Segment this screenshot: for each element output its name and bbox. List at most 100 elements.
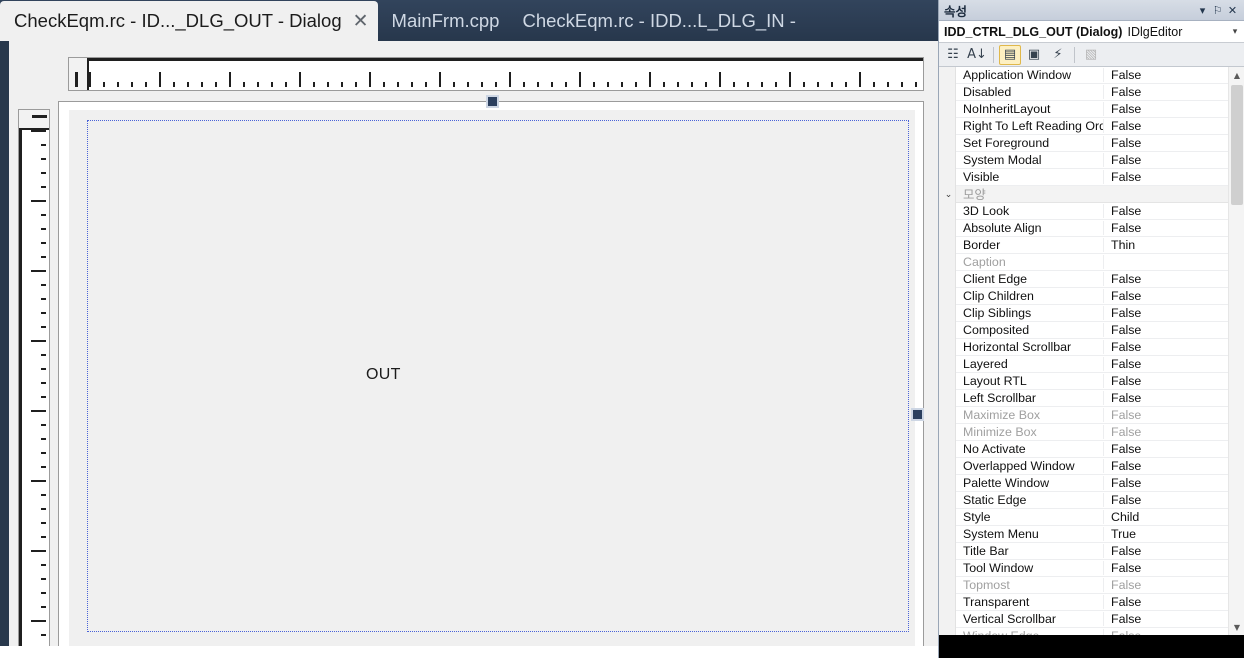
alphabetical-sort-button[interactable]: A↓ (966, 45, 988, 65)
resize-handle-right-middle[interactable] (911, 408, 924, 421)
property-value[interactable]: False (1104, 374, 1228, 388)
property-value[interactable]: False (1104, 442, 1228, 456)
property-value[interactable]: False (1104, 102, 1228, 116)
chevron-down-icon[interactable]: ▾ (1195, 4, 1210, 17)
property-value[interactable]: False (1104, 612, 1228, 626)
tab-close-icon[interactable]: ✕ (353, 11, 369, 31)
property-value[interactable]: False (1104, 153, 1228, 167)
property-row[interactable]: Tool Window False (956, 560, 1228, 577)
dialog-template[interactable]: OUT 확인 취소 (69, 110, 915, 652)
ruler-tick (243, 82, 245, 87)
properties-grid[interactable]: Application Window False Disabled False NoIn… (939, 67, 1244, 635)
property-row[interactable]: Layout RTL False (956, 373, 1228, 390)
property-value[interactable]: Child (1104, 510, 1228, 524)
object-selector-chevron-down-icon[interactable]: ▾ (1228, 27, 1242, 37)
editor-tab-1[interactable]: MainFrm.cpp (378, 1, 509, 41)
property-value[interactable]: False (1104, 221, 1228, 235)
property-value[interactable]: False (1104, 629, 1228, 635)
property-value[interactable]: False (1104, 119, 1228, 133)
property-row[interactable]: Clip Siblings False (956, 305, 1228, 322)
property-value[interactable]: False (1104, 459, 1228, 473)
category-chevron-down-icon[interactable]: ⌄ (942, 186, 955, 203)
property-row[interactable]: Window EdgeFalse (956, 628, 1228, 635)
property-row[interactable]: Disabled False (956, 84, 1228, 101)
property-value[interactable]: False (1104, 561, 1228, 575)
resize-handle-top-center[interactable] (486, 95, 499, 108)
property-row[interactable]: Topmost False (956, 577, 1228, 594)
property-row[interactable]: Style Child (956, 509, 1228, 526)
property-value[interactable]: False (1104, 544, 1228, 558)
property-pages-button[interactable]: ▣ (1023, 45, 1045, 65)
property-value[interactable]: False (1104, 85, 1228, 99)
property-row[interactable]: Border Thin (956, 237, 1228, 254)
property-value[interactable]: False (1104, 68, 1228, 82)
dialog-canvas[interactable]: OUT 확인 취소 (58, 95, 924, 658)
categorized-button[interactable]: ☷ (942, 45, 964, 65)
property-row[interactable]: Left Scrollbar False (956, 390, 1228, 407)
properties-scrollbar[interactable]: ▲ ▼ (1228, 67, 1244, 635)
property-row[interactable]: Client Edge False (956, 271, 1228, 288)
events-button[interactable]: ⚡ (1047, 45, 1069, 65)
property-name: Caption (956, 255, 1104, 269)
property-row[interactable]: Application Window False (956, 67, 1228, 84)
property-value[interactable]: True (1104, 527, 1228, 541)
property-value[interactable]: False (1104, 408, 1228, 422)
property-value[interactable]: False (1104, 391, 1228, 405)
property-row[interactable]: Minimize Box False (956, 424, 1228, 441)
property-row[interactable]: Right To Left Reading Order False (956, 118, 1228, 135)
property-value[interactable]: False (1104, 323, 1228, 337)
property-value[interactable]: False (1104, 476, 1228, 490)
property-value[interactable]: False (1104, 289, 1228, 303)
property-row[interactable]: Caption (956, 254, 1228, 271)
editor-tab-0[interactable]: CheckEqm.rc - ID..._DLG_OUT - Dialog ✕ (0, 1, 378, 41)
editor-tab-2[interactable]: CheckEqm.rc - IDD...L_DLG_IN - (508, 1, 804, 41)
property-row[interactable]: Horizontal Scrollbar False (956, 339, 1228, 356)
property-value[interactable]: False (1104, 204, 1228, 218)
property-row[interactable]: Title Bar False (956, 543, 1228, 560)
property-row[interactable]: System Menu True (956, 526, 1228, 543)
property-row[interactable]: Maximize Box False (956, 407, 1228, 424)
property-value[interactable]: False (1104, 493, 1228, 507)
property-value[interactable]: False (1104, 595, 1228, 609)
property-row[interactable]: Overlapped Window False (956, 458, 1228, 475)
scrollbar-thumb[interactable] (1231, 85, 1243, 205)
ruler-tick (41, 256, 46, 258)
scroll-up-arrow-icon[interactable]: ▲ (1229, 67, 1244, 83)
property-row[interactable]: Set Foreground False (956, 135, 1228, 152)
property-category-row[interactable]: ⌄ 모양 (945, 186, 1228, 203)
property-value[interactable]: False (1104, 170, 1228, 184)
close-icon[interactable]: ✕ (1225, 4, 1240, 17)
property-value[interactable]: Thin (1104, 238, 1228, 252)
ruler-tick (635, 82, 637, 87)
property-row[interactable]: Clip Children False (956, 288, 1228, 305)
property-value[interactable]: False (1104, 306, 1228, 320)
property-row[interactable]: Absolute Align False (956, 220, 1228, 237)
property-value[interactable]: False (1104, 340, 1228, 354)
properties-button[interactable]: ▤ (999, 44, 1021, 65)
property-row[interactable]: NoInheritLayout False (956, 101, 1228, 118)
properties-object-selector[interactable]: IDD_CTRL_DLG_OUT (Dialog) IDlgEditor ▾ (939, 21, 1244, 43)
property-value[interactable]: False (1104, 272, 1228, 286)
pin-icon[interactable]: ⚐ (1210, 4, 1225, 17)
property-value[interactable]: False (1104, 578, 1228, 592)
dialog-designer-surface[interactable]: OUT 확인 취소 (0, 41, 938, 658)
property-value[interactable]: False (1104, 357, 1228, 371)
scroll-down-arrow-icon[interactable]: ▼ (1229, 619, 1244, 635)
property-name: Disabled (956, 85, 1104, 99)
property-value[interactable]: False (1104, 136, 1228, 150)
property-row[interactable]: Visible False (956, 169, 1228, 186)
property-row[interactable]: Transparent False (956, 594, 1228, 611)
property-row[interactable]: Vertical Scrollbar False (956, 611, 1228, 628)
property-row[interactable]: No Activate False (956, 441, 1228, 458)
property-row[interactable]: 3D Look False (956, 203, 1228, 220)
property-row[interactable]: System Modal False (956, 152, 1228, 169)
property-value[interactable]: False (1104, 425, 1228, 439)
property-row[interactable]: Composited False (956, 322, 1228, 339)
property-row[interactable]: Static Edge False (956, 492, 1228, 509)
categorized-icon: ☷ (947, 47, 959, 62)
property-category-label: 모양 (963, 188, 986, 202)
ruler-tick (31, 480, 46, 482)
static-text-out[interactable]: OUT (366, 366, 401, 384)
property-row[interactable]: Layered False (956, 356, 1228, 373)
property-row[interactable]: Palette Window False (956, 475, 1228, 492)
